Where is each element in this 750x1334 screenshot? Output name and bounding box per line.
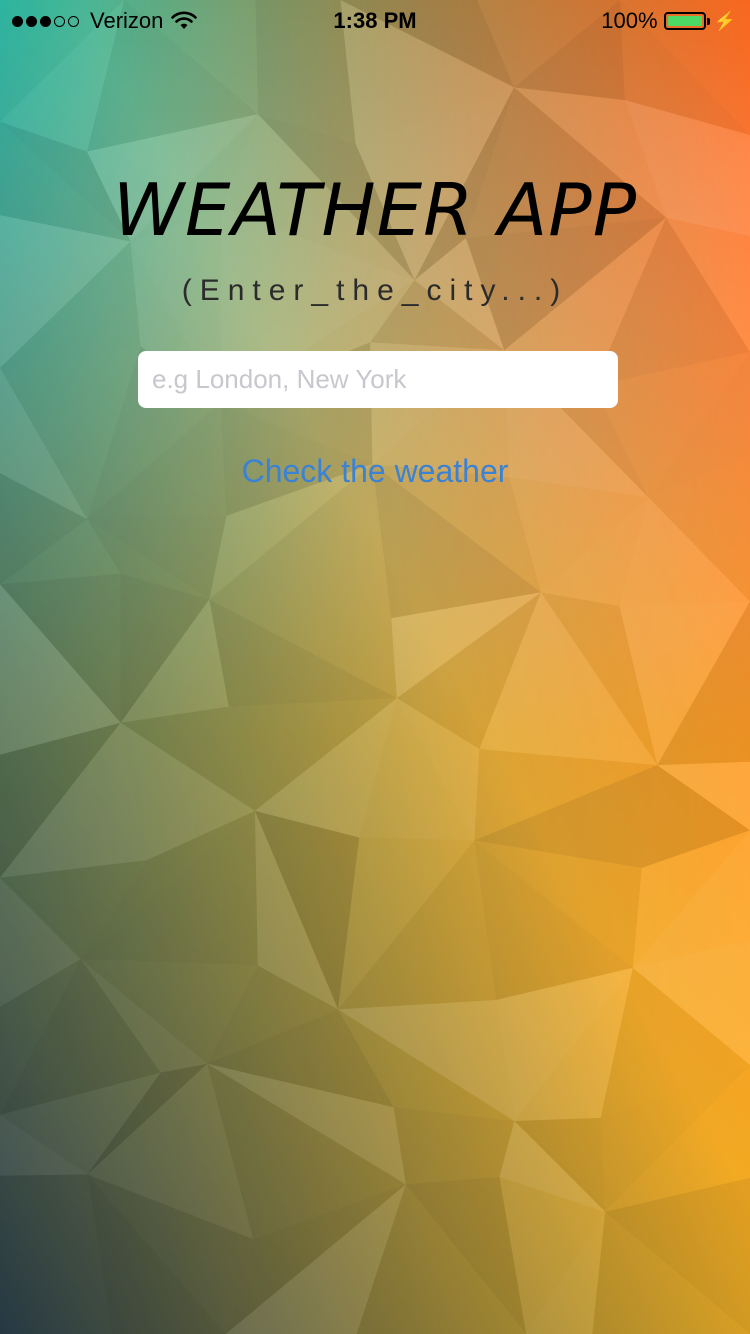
status-right: 100% ⚡ — [601, 8, 736, 34]
check-weather-button[interactable]: Check the weather — [0, 452, 750, 491]
battery-tip — [706, 17, 710, 25]
battery-icon — [663, 12, 706, 30]
city-search-input[interactable] — [138, 351, 618, 408]
battery-percent: 100% — [601, 8, 658, 33]
status-bar: Verizon 1:38 PM 100% ⚡ — [0, 0, 750, 40]
charging-bolt-icon: ⚡ — [713, 10, 736, 31]
app-title: WEATHER APP — [112, 168, 638, 252]
battery-level-fill — [667, 16, 702, 26]
app-subtitle: (Enter_the_city...) — [181, 274, 569, 307]
